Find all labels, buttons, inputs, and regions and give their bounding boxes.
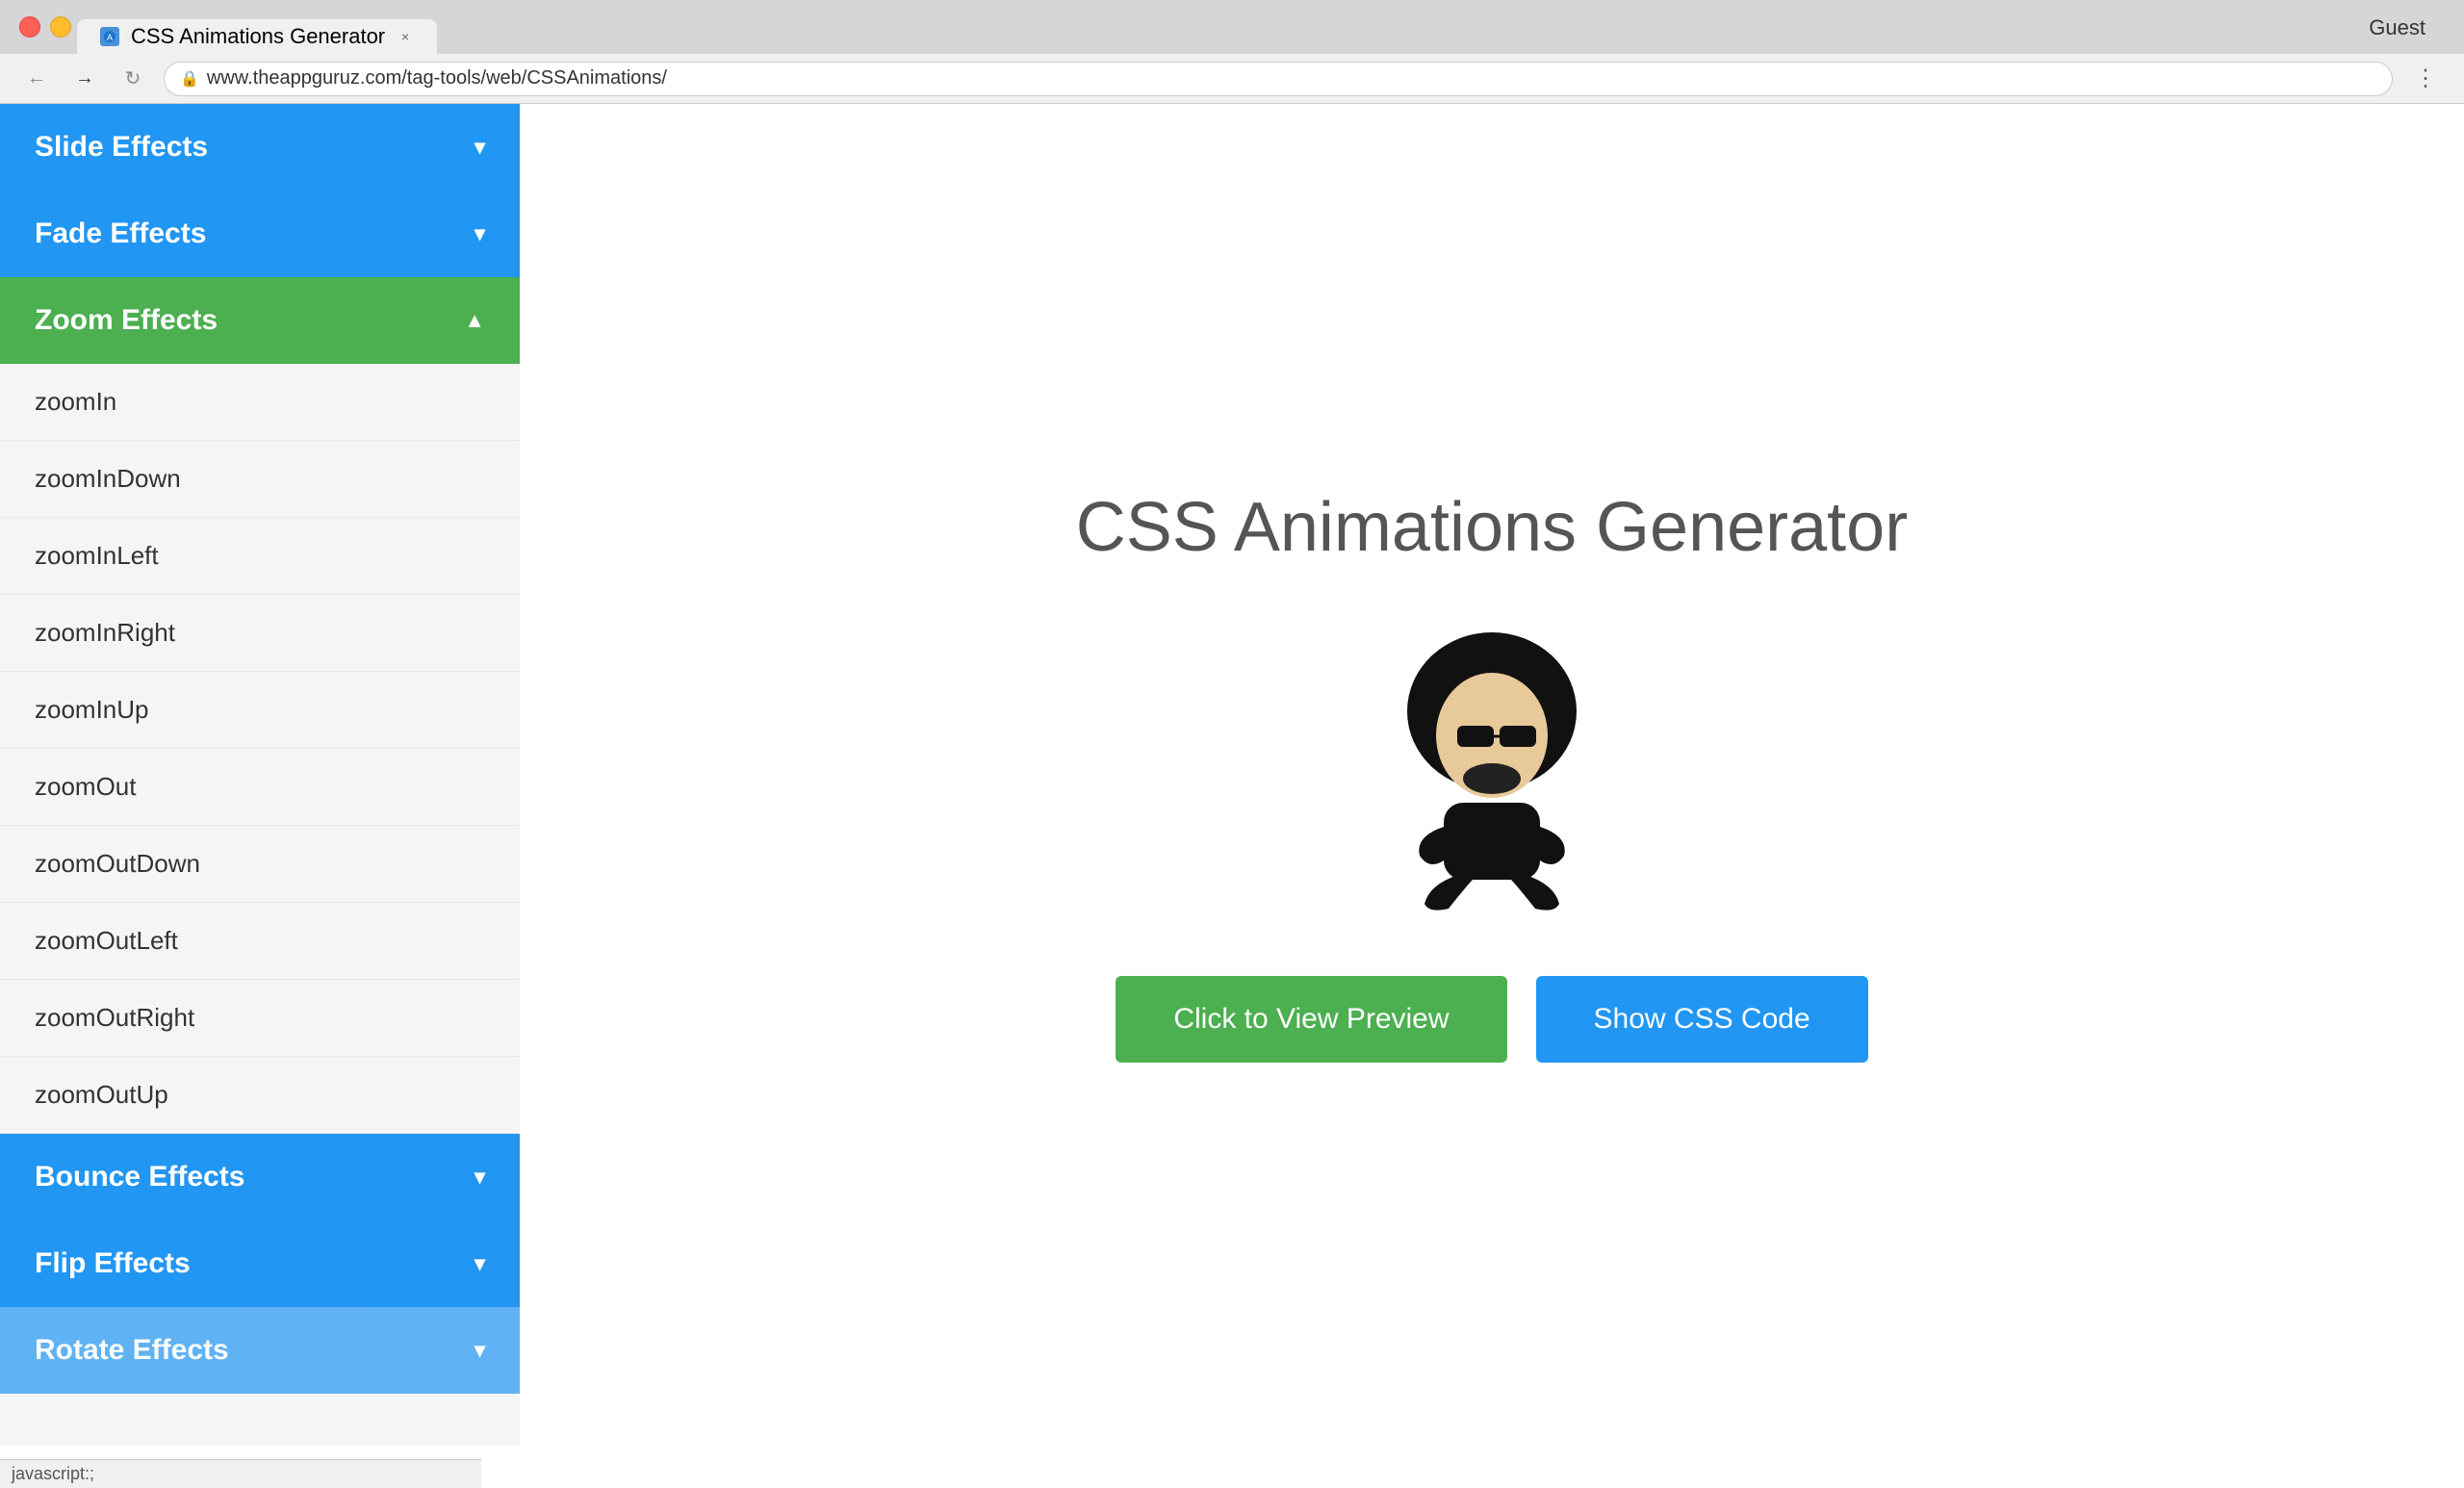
lock-icon: 🔒: [180, 69, 199, 89]
back-button[interactable]: ←: [19, 62, 54, 96]
bounce-effects-label: Bounce Effects: [35, 1161, 244, 1193]
sidebar-item-zoomOutLeft[interactable]: zoomOutLeft: [0, 903, 520, 980]
sidebar-section-bounce[interactable]: Bounce Effects ▾: [0, 1134, 520, 1220]
sidebar-item-zoomOutUp[interactable]: zoomOutUp: [0, 1057, 520, 1134]
sidebar-item-zoomIn[interactable]: zoomIn: [0, 364, 520, 441]
slide-effects-arrow: ▾: [475, 135, 485, 160]
sidebar-item-zoomInRight[interactable]: zoomInRight: [0, 595, 520, 672]
fade-effects-arrow: ▾: [475, 221, 485, 246]
status-text: javascript:;: [12, 1464, 94, 1483]
flip-effects-label: Flip Effects: [35, 1247, 191, 1280]
svg-text:A: A: [107, 33, 113, 42]
sidebar-item-zoomOutRight[interactable]: zoomOutRight: [0, 980, 520, 1057]
forward-button[interactable]: →: [67, 62, 102, 96]
sidebar: Slide Effects ▾ Fade Effects ▾ Zoom Effe…: [0, 104, 520, 1446]
address-bar[interactable]: 🔒 www.theappguruz.com/tag-tools/web/CSSA…: [164, 62, 2393, 96]
zoom-effects-arrow: ▲: [464, 308, 485, 333]
tab-close-button[interactable]: ×: [397, 28, 414, 45]
css-code-button[interactable]: Show CSS Code: [1536, 976, 1868, 1063]
sidebar-item-zoomOut[interactable]: zoomOut: [0, 749, 520, 826]
sidebar-section-flip[interactable]: Flip Effects ▾: [0, 1220, 520, 1307]
slide-effects-label: Slide Effects: [35, 131, 208, 164]
status-bar: javascript:;: [0, 1459, 481, 1488]
preview-button[interactable]: Click to View Preview: [1116, 976, 1506, 1063]
tab-favicon: A: [100, 27, 119, 46]
browser-menu-button[interactable]: ⋮: [2406, 64, 2445, 92]
rotate-effects-arrow: ▾: [475, 1338, 485, 1363]
close-button[interactable]: [19, 16, 40, 38]
minimize-button[interactable]: [50, 16, 71, 38]
tab-title: CSS Animations Generator: [131, 24, 385, 49]
action-buttons: Click to View Preview Show CSS Code: [1116, 976, 1867, 1063]
sidebar-item-zoomOutDown[interactable]: zoomOutDown: [0, 826, 520, 903]
browser-tab[interactable]: A CSS Animations Generator ×: [77, 19, 437, 54]
rotate-effects-label: Rotate Effects: [35, 1334, 229, 1367]
app-logo: The AppGuruz: [1261, 625, 1723, 918]
guest-label: Guest: [2369, 15, 2426, 40]
flip-effects-arrow: ▾: [475, 1251, 485, 1276]
bounce-effects-arrow: ▾: [475, 1165, 485, 1190]
page-title: CSS Animations Generator: [1076, 488, 1908, 567]
fade-effects-label: Fade Effects: [35, 218, 206, 250]
address-text: www.theappguruz.com/tag-tools/web/CSSAni…: [207, 67, 667, 90]
sidebar-section-rotate[interactable]: Rotate Effects ▾: [0, 1307, 520, 1394]
sidebar-section-zoom[interactable]: Zoom Effects ▲: [0, 277, 520, 364]
main-content: CSS Animations Generator: [520, 104, 2464, 1446]
reload-button[interactable]: ↻: [116, 62, 150, 96]
browser-toolbar: ← → ↻ 🔒 www.theappguruz.com/tag-tools/we…: [0, 54, 2464, 104]
sidebar-item-zoomInDown[interactable]: zoomInDown: [0, 441, 520, 518]
sidebar-item-zoomInUp[interactable]: zoomInUp: [0, 672, 520, 749]
zoom-effects-label: Zoom Effects: [35, 304, 218, 337]
sidebar-section-slide[interactable]: Slide Effects ▾: [0, 104, 520, 191]
sidebar-section-fade[interactable]: Fade Effects ▾: [0, 191, 520, 277]
sidebar-item-zoomInLeft[interactable]: zoomInLeft: [0, 518, 520, 595]
